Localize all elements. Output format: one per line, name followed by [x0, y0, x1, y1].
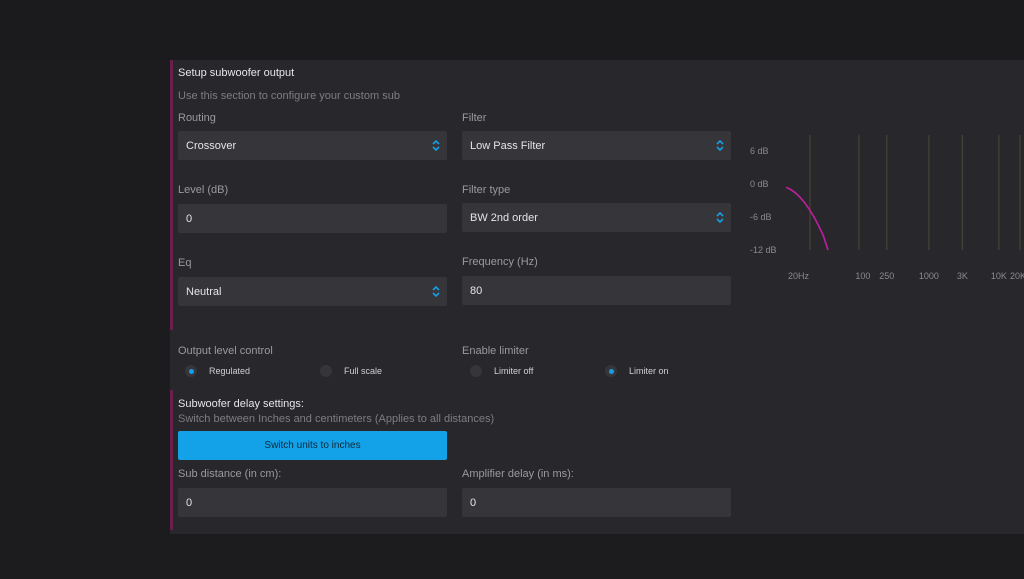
radio-limiter-on-dot[interactable]	[605, 365, 617, 377]
radio-full-scale-dot[interactable]	[320, 365, 332, 377]
section-subtitle: Use this section to configure your custo…	[178, 90, 400, 102]
amp-delay-field[interactable]	[462, 488, 731, 517]
delay-title: Subwoofer delay settings:	[178, 398, 304, 410]
level-field[interactable]	[178, 204, 447, 233]
radio-limiter-off-dot[interactable]	[470, 365, 482, 377]
switch-units-button[interactable]: Switch units to inches	[178, 431, 447, 460]
radio-limiter-off-label: Limiter off	[494, 366, 534, 376]
sub-distance-field[interactable]	[178, 488, 447, 517]
accent-bar	[170, 60, 173, 330]
x-tick-label: 100	[855, 271, 870, 281]
accent-bar-lower	[170, 390, 173, 530]
x-tick-label: 1000	[919, 271, 939, 281]
delay-subtitle: Switch between Inches and centimeters (A…	[178, 413, 495, 425]
routing-select[interactable]: Crossover	[178, 131, 447, 160]
y-tick-label: 0 dB	[750, 179, 769, 189]
amp-delay-input[interactable]	[470, 496, 723, 509]
eq-value: Neutral	[186, 285, 222, 298]
sub-distance-input[interactable]	[186, 496, 439, 509]
output-level-label: Output level control	[178, 345, 273, 357]
filter-select[interactable]: Low Pass Filter	[462, 131, 731, 160]
radio-regulated-dot[interactable]	[185, 365, 197, 377]
frequency-input[interactable]	[470, 284, 723, 297]
amp-delay-label: Amplifier delay (in ms):	[462, 468, 574, 480]
select-arrows-icon	[716, 139, 724, 152]
radio-limiter-off[interactable]: Limiter off	[470, 365, 533, 377]
radio-full-scale[interactable]: Full scale	[320, 365, 382, 377]
frequency-label: Frequency (Hz)	[462, 256, 538, 268]
eq-select[interactable]: Neutral	[178, 277, 447, 306]
filter-type-select[interactable]: BW 2nd order	[462, 203, 731, 232]
y-tick-label: -6 dB	[750, 212, 772, 222]
filter-response-chart: 6 dB 0 dB -6 dB -12 dB 20Hz 100 250 1000 3K 10K 20…	[750, 135, 1024, 281]
frequency-field[interactable]	[462, 276, 731, 305]
level-input[interactable]	[186, 212, 439, 225]
radio-limiter-on-label: Limiter on	[629, 366, 669, 376]
x-tick-label: 250	[879, 271, 894, 281]
sub-distance-label: Sub distance (in cm):	[178, 468, 282, 480]
filter-value: Low Pass Filter	[470, 139, 546, 152]
routing-label: Routing	[178, 112, 216, 124]
radio-limiter-on[interactable]: Limiter on	[605, 365, 669, 377]
level-label: Level (dB)	[178, 184, 229, 196]
response-curve	[785, 186, 829, 251]
radio-regulated-label: Regulated	[209, 366, 251, 376]
x-tick-label: 10K	[991, 271, 1007, 281]
top-band	[0, 0, 1024, 60]
x-tick-label: 20Hz	[788, 271, 810, 281]
section-title: Setup subwoofer output	[178, 67, 295, 79]
y-tick-label: -12 dB	[750, 245, 777, 255]
x-tick-label: 3K	[957, 271, 968, 281]
filter-type-value: BW 2nd order	[470, 211, 538, 224]
filter-type-label: Filter type	[462, 184, 511, 196]
y-tick-label: 6 dB	[750, 146, 769, 156]
limiter-label: Enable limiter	[462, 345, 529, 357]
select-arrows-icon	[432, 139, 440, 152]
select-arrows-icon	[716, 211, 724, 224]
filter-label: Filter	[462, 112, 487, 124]
x-tick-label: 20K	[1010, 271, 1024, 281]
radio-regulated[interactable]: Regulated	[185, 365, 250, 377]
select-arrows-icon	[432, 285, 440, 298]
radio-full-scale-label: Full scale	[344, 366, 383, 376]
routing-value: Crossover	[186, 139, 237, 152]
eq-label: Eq	[178, 257, 192, 269]
